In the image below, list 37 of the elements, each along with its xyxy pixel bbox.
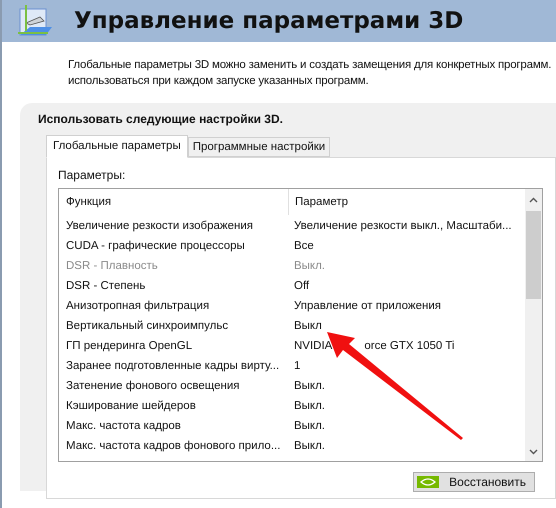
setting-value[interactable]: Все [288,240,314,252]
column-header[interactable]: Функция [66,189,289,215]
restore-button[interactable]: Восстановить [413,472,535,492]
setting-value[interactable]: Выкл. [288,420,326,432]
setting-value[interactable]: NVIDIA [288,340,332,352]
page-title: Управление параметрами 3D [74,8,464,34]
setting-value[interactable]: Выкл. [288,380,326,392]
setting-name[interactable]: Кэширование шейдеров [66,400,288,412]
list-label: Параметры: [58,168,126,182]
tab[interactable]: Глобальные параметры [46,135,188,158]
setting-name[interactable]: ГП рендеринга OpenGL [66,340,288,352]
scrollbar[interactable] [525,189,542,461]
setting-value[interactable]: Управление от приложения [288,300,441,312]
setting-value[interactable]: orce GTX 1050 Ti [364,340,454,352]
column-header[interactable]: Параметр [289,196,348,208]
description-text: Глобальные параметры 3D можно заменить и создать замещения для конкретных программ. [68,58,552,73]
setting-name[interactable]: CUDA - графические процессоры [66,240,288,252]
scroll-down-icon[interactable] [529,449,538,455]
scroll-up-icon[interactable] [529,197,538,203]
setting-name[interactable]: Заранее подготовленные кадры вирту... [66,360,288,372]
section-heading: Использовать следующие настройки 3D. [38,112,284,126]
setting-value[interactable]: Выкл. [288,440,326,452]
setting-name[interactable]: Макс. частота кадров [66,420,288,432]
setting-name[interactable]: Анизотропная фильтрация [66,300,288,312]
setting-value[interactable]: Увеличение резкости выкл., Масштаби... [288,220,512,232]
setting-value[interactable]: Выкл [288,320,322,332]
setting-name[interactable]: Затенение фонового освещения [66,380,288,392]
tab[interactable]: Программные настройки [188,137,330,157]
setting-name[interactable]: DSR - Степень [66,280,288,292]
setting-value[interactable]: Off [288,280,310,292]
setting-value[interactable]: 1 [288,360,300,372]
eye-logo-icon [417,476,440,488]
setting-name[interactable]: Увеличение резкости изображения [66,220,288,232]
setting-name[interactable]: Макс. частота кадров фонового прило... [66,440,288,452]
setting-value[interactable]: Выкл. [288,400,326,412]
setting-name[interactable]: Вертикальный синхроимпульс [66,320,288,332]
description-text: использоваться при каждом запуске указанных программ. [68,74,370,89]
